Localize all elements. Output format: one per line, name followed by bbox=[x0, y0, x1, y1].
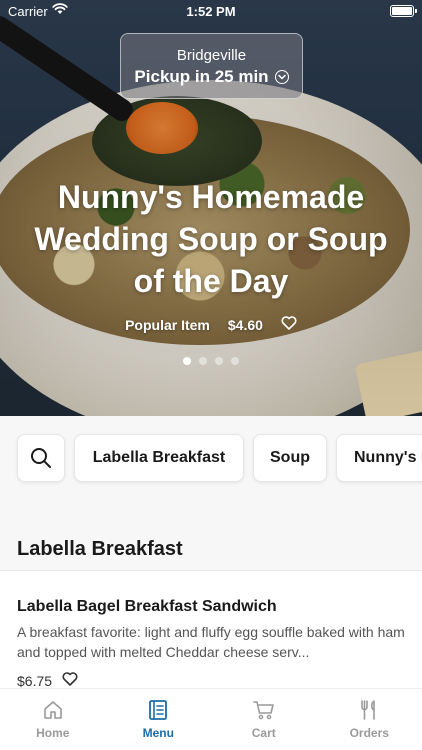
tab-label: Orders bbox=[349, 726, 389, 740]
location-selector[interactable]: Bridgeville Pickup in 25 min bbox=[120, 33, 303, 99]
fork-knife-icon bbox=[359, 699, 379, 721]
carousel-dot[interactable] bbox=[215, 357, 223, 365]
section-title: Labella Breakfast bbox=[17, 538, 183, 560]
carousel-dot[interactable] bbox=[231, 357, 239, 365]
home-icon bbox=[42, 699, 64, 721]
status-time: 1:52 PM bbox=[186, 4, 236, 19]
tab-label: Home bbox=[36, 726, 70, 740]
category-chip-labella-breakfast[interactable]: Labella Breakfast bbox=[74, 434, 244, 482]
tab-cart[interactable]: Cart bbox=[211, 689, 317, 750]
featured-item-price: $4.60 bbox=[227, 316, 263, 333]
carousel-dot[interactable] bbox=[183, 357, 191, 365]
menu-item-description: A breakfast favorite: light and fluffy e… bbox=[17, 624, 405, 660]
pickup-time-label: Pickup in 25 min bbox=[134, 67, 269, 86]
search-icon bbox=[31, 448, 51, 468]
tab-bar: Home Menu Cart Orders bbox=[0, 688, 422, 750]
tab-orders[interactable]: Orders bbox=[317, 689, 422, 750]
menu-icon bbox=[148, 699, 168, 721]
favorite-heart-icon[interactable] bbox=[62, 672, 78, 689]
featured-item-meta: Popular Item $4.60 bbox=[0, 316, 422, 333]
tab-home[interactable]: Home bbox=[0, 689, 106, 750]
status-bar: Carrier 1:52 PM bbox=[0, 0, 422, 22]
chevron-down-icon bbox=[274, 70, 289, 84]
menu-item-card[interactable]: Labella Bagel Breakfast Sandwich A break… bbox=[0, 571, 422, 691]
carousel-dot[interactable] bbox=[199, 357, 207, 365]
carousel-dots bbox=[0, 357, 422, 365]
pickup-time-row: Pickup in 25 min bbox=[121, 67, 302, 87]
menu-item-footer: $6.75 bbox=[17, 672, 405, 689]
favorite-heart-icon[interactable] bbox=[281, 316, 297, 333]
popular-item-tag: Popular Item bbox=[125, 316, 210, 333]
category-chip-soup[interactable]: Soup bbox=[253, 434, 327, 482]
tab-label: Menu bbox=[142, 726, 174, 740]
search-button[interactable] bbox=[17, 434, 65, 482]
menu-item-name: Labella Bagel Breakfast Sandwich bbox=[17, 598, 277, 615]
tab-menu[interactable]: Menu bbox=[106, 689, 212, 750]
menu-item-price: $6.75 bbox=[17, 672, 53, 689]
category-bar: Labella Breakfast Soup Nunny's I bbox=[0, 416, 422, 500]
tab-label: Cart bbox=[251, 726, 276, 740]
battery-icon bbox=[390, 5, 417, 17]
featured-item-title: Nunny's Homemade Wedding Soup or Soup of… bbox=[34, 179, 388, 299]
cart-icon bbox=[252, 699, 275, 721]
location-name: Bridgeville bbox=[176, 47, 247, 64]
category-chip-nunnys[interactable]: Nunny's I bbox=[336, 434, 422, 482]
